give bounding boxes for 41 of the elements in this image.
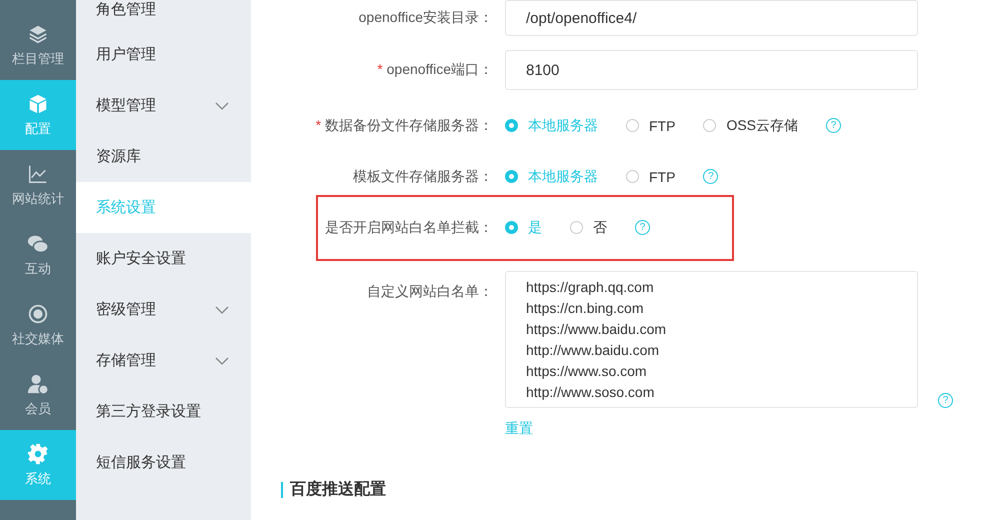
field-label: 模板文件存储服务器： <box>352 168 494 186</box>
sidebar-item[interactable]: 用户管理 <box>76 29 251 80</box>
textarea-field[interactable]: https://graph.qq.com https://cn.bing.com https://www.baidu.com http://www.baidu.com https://www.so.com http://www.soso.com <box>505 271 918 408</box>
nav-rail-item[interactable]: 栏目管理 <box>0 0 76 80</box>
radio-option[interactable]: OSS云存储 <box>703 116 798 134</box>
cube-icon <box>27 92 49 114</box>
textarea-line: https://graph.qq.com <box>526 278 655 297</box>
field-label: 是否开启网站白名单拦截： <box>324 218 494 236</box>
textarea-line: http://www.baidu.com <box>526 341 660 360</box>
nav-rail-item[interactable]: 网站统计 <box>0 150 76 220</box>
section-heading: 百度推送配置 <box>281 482 991 498</box>
sidebar-item[interactable]: 密级管理 <box>76 284 251 335</box>
sidebar-item[interactable]: 短信服务设置 <box>76 437 251 488</box>
radio-option[interactable]: 否 <box>570 218 607 236</box>
target-icon <box>27 302 49 324</box>
chevron-down-icon <box>215 356 229 364</box>
settings-icon <box>27 442 49 464</box>
nav-rail-item[interactable]: 会员 <box>0 360 76 430</box>
textarea-line: https://www.baidu.com <box>526 320 668 339</box>
field-label: openoffice安装目录： <box>358 9 494 27</box>
input-field[interactable]: /opt/openoffice4/ <box>505 0 918 36</box>
nav-rail-item[interactable]: 社交媒体 <box>0 290 76 360</box>
nav-rail-item[interactable]: 互动 <box>0 220 76 290</box>
textarea-line: https://cn.bing.com <box>526 299 645 318</box>
chevron-down-icon <box>215 102 229 110</box>
textarea-line: https://www.so.com <box>526 362 648 381</box>
sidebar-item[interactable]: 资源库 <box>76 131 251 182</box>
field-label: 自定义网站白名单： <box>366 282 494 301</box>
sidebar-item[interactable]: 角色管理 <box>76 0 251 29</box>
field-label: * 数据备份文件存储服务器： <box>314 116 494 134</box>
sidebar-item[interactable]: 存储管理 <box>76 335 251 386</box>
textarea-line: http://www.soso.com <box>526 383 656 402</box>
sidebar-item[interactable]: 第三方登录设置 <box>76 386 251 437</box>
chevron-down-icon <box>215 306 229 314</box>
input-field[interactable]: 8100 <box>505 50 918 90</box>
radio-option[interactable]: FTP <box>626 168 676 184</box>
sidebar-item[interactable]: 账户安全设置 <box>76 233 251 284</box>
field-label: * openoffice端口： <box>376 61 494 79</box>
user-icon <box>27 372 49 394</box>
sidebar-item[interactable]: 模型管理 <box>76 80 251 131</box>
radio-option[interactable]: FTP <box>626 118 676 134</box>
